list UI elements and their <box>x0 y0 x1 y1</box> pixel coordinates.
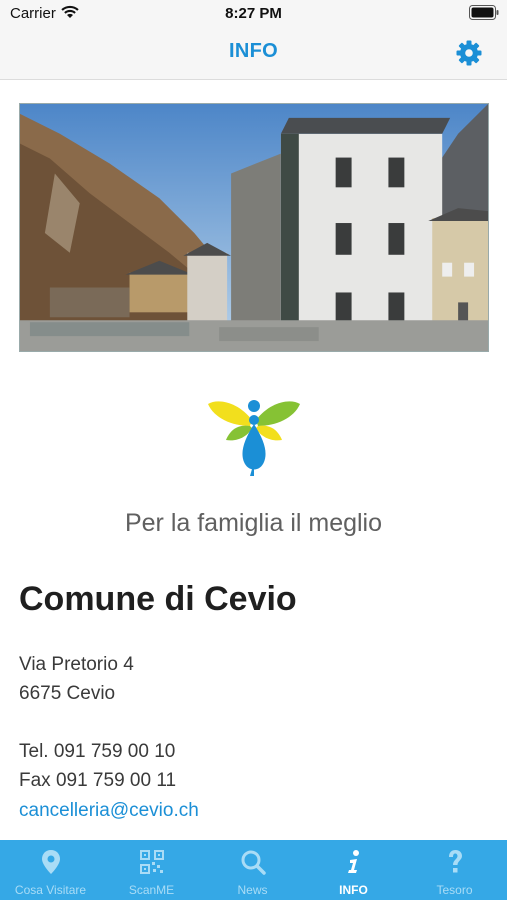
tab-info[interactable]: INFO <box>303 840 404 900</box>
town-hall-photo <box>19 103 489 352</box>
tab-scanme[interactable]: ScanME <box>101 840 202 900</box>
status-time: 8:27 PM <box>225 5 282 22</box>
gear-icon[interactable] <box>455 39 483 67</box>
map-pin-icon <box>41 850 60 874</box>
address-city: 6675 Cevio <box>19 683 116 704</box>
tab-label: INFO <box>339 883 368 897</box>
navigation-bar: INFO <box>0 28 507 80</box>
organization-name: Comune di Cevio <box>19 580 297 618</box>
question-icon <box>448 850 462 873</box>
tab-news[interactable]: News <box>202 840 303 900</box>
tab-bar: Cosa Visitare ScanME News INFO Tesoro <box>0 840 507 900</box>
qr-code-icon <box>139 850 164 874</box>
tab-label: Cosa Visitare <box>14 883 87 897</box>
fax-number: Fax 091 759 00 11 <box>19 770 177 791</box>
tab-tesoro[interactable]: Tesoro <box>404 840 505 900</box>
phone-number[interactable]: Tel. 091 759 00 10 <box>19 741 175 763</box>
battery-icon <box>469 5 499 20</box>
tab-label: ScanME <box>128 883 175 897</box>
tab-label: News <box>237 883 268 897</box>
info-icon <box>347 850 359 873</box>
tab-cosa-visitare[interactable]: Cosa Visitare <box>0 840 101 900</box>
tagline: Per la famiglia il meglio <box>124 509 383 537</box>
tab-label: Tesoro <box>436 883 473 897</box>
page-title: INFO <box>229 40 278 62</box>
address-street: Via Pretorio 4 <box>19 654 134 675</box>
family-logo-icon <box>208 400 300 476</box>
email-link[interactable]: cancelleria@cevio.ch <box>19 800 199 822</box>
search-icon <box>241 850 266 875</box>
status-bar: Carrier 8:27 PM <box>0 0 507 28</box>
